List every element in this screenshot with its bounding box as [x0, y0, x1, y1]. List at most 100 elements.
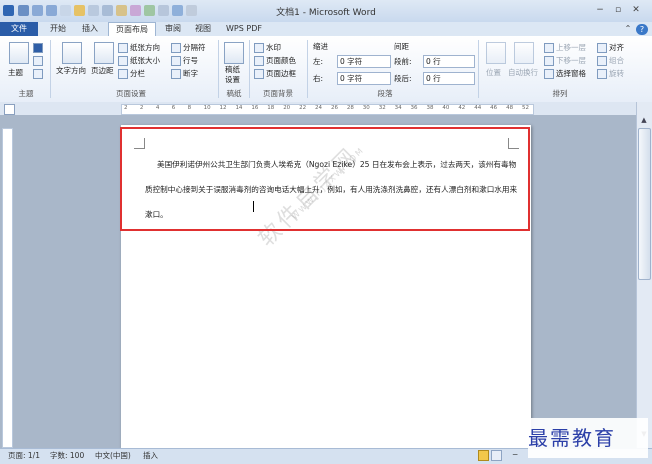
- position-button[interactable]: 位置: [486, 67, 501, 78]
- ruler-tick-label: 14: [235, 105, 243, 111]
- ruler-tick-label: 2: [139, 105, 144, 111]
- tab-wps-pdf[interactable]: WPS PDF: [222, 22, 266, 36]
- indent-right-input[interactable]: 0 字符: [337, 72, 391, 85]
- line-numbers-button[interactable]: 行号: [171, 55, 198, 66]
- group-objects-label: 组合: [609, 56, 624, 65]
- group-separator: [249, 40, 250, 98]
- hyphenation-label: 断字: [183, 69, 198, 78]
- zoom-out-button[interactable]: −: [512, 450, 518, 459]
- group-separator: [218, 40, 219, 98]
- indent-right-label: 右:: [313, 74, 324, 83]
- theme-effects-icon[interactable]: [33, 69, 43, 79]
- text-direction-icon[interactable]: [62, 42, 82, 64]
- ruler-tick-label: 4: [155, 105, 160, 111]
- window-title: 文档1 - Microsoft Word: [276, 8, 376, 18]
- columns-label: 分栏: [130, 69, 145, 78]
- full-screen-view-icon[interactable]: [491, 450, 502, 461]
- send-backward-button[interactable]: 下移一层: [544, 55, 586, 66]
- highlight-box: [120, 127, 530, 231]
- breaks-label: 分隔符: [183, 43, 206, 52]
- tab-file[interactable]: 文件: [0, 22, 38, 36]
- breaks-button[interactable]: 分隔符: [171, 42, 206, 53]
- theme-colors-icon[interactable]: [33, 43, 43, 53]
- ruler-tick-label: 40: [442, 105, 450, 111]
- page-color-icon: [254, 56, 264, 66]
- rotate-button[interactable]: 旋转: [597, 68, 624, 79]
- scroll-up-icon[interactable]: ▲: [639, 116, 649, 125]
- theme-fonts-icon[interactable]: [33, 56, 43, 66]
- page-color-button[interactable]: 页面颜色: [254, 55, 296, 66]
- hyphenation-icon: [171, 69, 181, 79]
- rotate-label: 旋转: [609, 69, 624, 78]
- size-button[interactable]: 纸张大小: [118, 55, 160, 66]
- group-separator: [307, 40, 308, 98]
- selection-pane-button[interactable]: 选择窗格: [544, 68, 586, 79]
- print-layout-view-icon[interactable]: [478, 450, 489, 461]
- page-border-button[interactable]: 页面边框: [254, 68, 296, 79]
- watermark-button[interactable]: 水印: [254, 42, 281, 53]
- breaks-icon: [171, 43, 181, 53]
- ruler-tick-label: 6: [171, 105, 176, 111]
- group-separator: [478, 40, 479, 98]
- page-border-label: 页面边框: [266, 69, 296, 78]
- selection-pane-icon: [544, 69, 554, 79]
- status-page[interactable]: 页面: 1/1: [8, 450, 40, 461]
- tab-home[interactable]: 开始: [44, 22, 72, 36]
- group-label-themes: 主题: [18, 89, 34, 98]
- orientation-button[interactable]: 纸张方向: [118, 42, 160, 53]
- restore-button[interactable]: ▫: [611, 5, 625, 15]
- help-icon[interactable]: ?: [636, 24, 648, 35]
- columns-button[interactable]: 分栏: [118, 68, 145, 79]
- draft-paper-label-2[interactable]: 设置: [225, 74, 240, 85]
- status-word-count[interactable]: 字数: 100: [50, 450, 84, 461]
- status-insert-mode[interactable]: 插入: [143, 450, 158, 461]
- ruler-tick-label: 26: [330, 105, 338, 111]
- bring-forward-button[interactable]: 上移一层: [544, 42, 586, 53]
- line-numbers-label: 行号: [183, 56, 198, 65]
- collapse-ribbon-icon[interactable]: ⌃: [622, 22, 634, 36]
- group-icon: [597, 56, 607, 66]
- spacing-after-input[interactable]: 0 行: [423, 72, 475, 85]
- wrap-text-icon[interactable]: [514, 42, 534, 64]
- indent-heading: 缩进: [313, 42, 328, 51]
- line-numbers-icon: [171, 56, 181, 66]
- horizontal-ruler[interactable]: [121, 104, 534, 115]
- group-objects-button[interactable]: 组合: [597, 55, 624, 66]
- columns-icon: [118, 69, 128, 79]
- ruler-tick-label: 2: [124, 105, 128, 111]
- spacing-before-input[interactable]: 0 行: [423, 55, 475, 68]
- rotate-icon: [597, 69, 607, 79]
- themes-button[interactable]: 主题: [8, 67, 23, 78]
- ruler-tick-label: 20: [283, 105, 291, 111]
- wrap-text-button[interactable]: 自动换行: [508, 67, 538, 78]
- draft-paper-icon[interactable]: [224, 42, 244, 64]
- align-button[interactable]: 对齐: [597, 42, 624, 53]
- scrollbar-thumb[interactable]: [638, 128, 651, 280]
- ruler-tick-label: 32: [378, 105, 386, 111]
- align-label: 对齐: [609, 43, 624, 52]
- indent-left-label: 左:: [313, 57, 324, 66]
- text-direction-button[interactable]: 文字方向: [56, 65, 86, 76]
- ruler-tick-label: 28: [346, 105, 354, 111]
- status-language[interactable]: 中文(中国): [95, 450, 131, 461]
- orientation-label: 纸张方向: [130, 43, 160, 52]
- tab-insert[interactable]: 插入: [76, 22, 104, 36]
- margins-icon[interactable]: [94, 42, 114, 64]
- minimize-button[interactable]: −: [593, 5, 607, 15]
- tab-review[interactable]: 审阅: [160, 22, 186, 36]
- page-border-icon: [254, 69, 264, 79]
- close-button[interactable]: ✕: [629, 5, 643, 15]
- ruler-tick-label: 8: [187, 105, 192, 111]
- tab-page-layout[interactable]: 页面布局: [108, 22, 156, 37]
- vertical-ruler[interactable]: [2, 128, 13, 448]
- position-icon[interactable]: [486, 42, 506, 64]
- tab-selector-icon[interactable]: [4, 104, 15, 115]
- ruler-tick-label: 46: [490, 105, 498, 111]
- margins-button[interactable]: 页边距: [91, 65, 114, 76]
- themes-icon[interactable]: [9, 42, 29, 64]
- hyphenation-button[interactable]: 断字: [171, 68, 198, 79]
- ruler-tick-label: 38: [426, 105, 434, 111]
- ruler-tick-label: 12: [219, 105, 227, 111]
- indent-left-input[interactable]: 0 字符: [337, 55, 391, 68]
- tab-view[interactable]: 视图: [190, 22, 216, 36]
